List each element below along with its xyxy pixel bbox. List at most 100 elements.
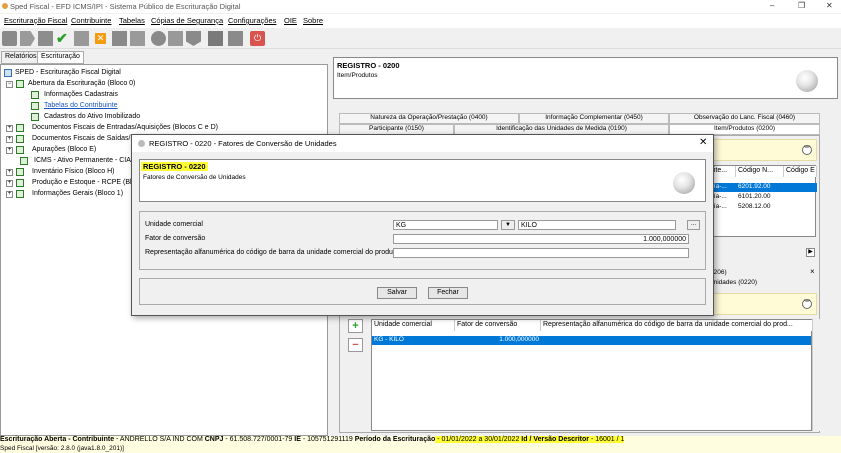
tree-item-entradas[interactable]: Documentos Fiscais de Entradas/Aquisiçõe… [32,124,218,131]
menu-contribuinte[interactable]: Contribuinte [71,16,111,25]
dialog-title: REGISTRO - 0220 - Fatores de Conversão d… [149,139,337,148]
tree-node-icon [16,190,24,198]
minimize-button[interactable]: – [770,1,774,10]
menu-oie[interactable]: OIE [284,16,297,25]
col-header[interactable]: Fator de conversão [455,320,541,331]
menu-configuracoes[interactable]: Configurações [228,16,276,25]
grid-cell[interactable]: 5208.12.00 [736,203,784,212]
close-subsection-button[interactable]: × [810,267,815,276]
report-icon[interactable] [130,31,145,46]
power-icon[interactable]: ⏻ [250,31,265,46]
tree-node-icon [16,135,24,143]
menu-sobre[interactable]: Sobre [303,16,323,25]
col-header[interactable]: Representação alfanumérica do código de … [541,320,813,331]
vertical-scrollbar[interactable] [812,319,820,431]
tree-item-cadastros-ativo[interactable]: Cadastros do Ativo Imobilizado [44,113,140,120]
menu-tabelas[interactable]: Tabelas [119,16,145,25]
maximize-button[interactable]: ❐ [798,1,805,10]
col-header[interactable]: Código E [784,166,817,177]
app-icon [2,3,8,9]
tree-item-ciap[interactable]: ICMS - Ativo Permanente - CIAP [34,157,136,164]
tree-node-icon [16,80,24,88]
add-row-button[interactable]: + [348,319,363,333]
tab-0450[interactable]: Informação Complementar (0450) [519,113,669,124]
tree-item-apuracoes[interactable]: Apurações (Bloco E) [32,146,96,153]
expand-icon[interactable]: + [6,136,13,143]
tree-item-producao[interactable]: Produção e Estoque - RCPE (Bloc [32,179,139,186]
collapse-icon[interactable]: − [6,81,13,88]
close-button[interactable]: Fechar [428,287,468,299]
status-period-label: Período da Escrituração [354,436,436,443]
factor-field[interactable]: 1.000,000000 [393,234,689,244]
transmit-icon[interactable] [151,31,166,46]
expand-icon[interactable]: + [6,169,13,176]
factor-label: Fator de conversão [145,235,206,242]
expand-icon[interactable]: + [6,147,13,154]
tree-item-informacoes[interactable]: Informações Cadastrais [44,91,118,98]
save-button[interactable]: Salvar [377,287,417,299]
left-tabs: Relatórios Escrituração [0,51,330,64]
close-window-button[interactable]: ✕ [826,1,833,10]
menu-copias[interactable]: Cópias de Segurança [151,16,223,25]
mail-icon[interactable] [168,31,183,46]
tree-item-inventario[interactable]: Inventário Físico (Bloco H) [32,168,114,175]
tree-node-icon [16,146,24,154]
tree-item-gerais[interactable]: Informações Gerais (Bloco 1) [32,190,123,197]
open-folder-icon[interactable] [38,31,53,46]
shield-icon[interactable] [186,31,201,46]
status-company: - ANDRELLO S/A IND COM [114,436,205,443]
import-icon[interactable] [20,31,35,46]
dialog-buttons: Salvar Fechar [139,278,706,305]
unit-name-field[interactable]: KILO [518,220,676,230]
grid-cell[interactable]: 1.000,000000 [455,336,541,345]
dialog-title-bar: REGISTRO - 0220 - Fatores de Conversão d… [132,135,713,152]
grid-cell[interactable]: 6101.20.00 [736,193,784,202]
save-disk-icon[interactable] [208,31,223,46]
col-header[interactable]: Unidade comercial [372,320,455,331]
unit-code-field[interactable]: KG [393,220,498,230]
collapse-chevron-icon[interactable]: ︾ [802,299,812,309]
status-bar: Escrituração Aberta - Contribuinte - AND… [0,436,841,445]
remove-row-button[interactable]: − [348,338,363,352]
status-ie-label: IE [294,436,301,443]
validate-check-icon[interactable]: ✔ [56,31,71,46]
expand-icon[interactable]: + [6,125,13,132]
new-icon[interactable] [2,31,17,46]
menu-escrituracao[interactable]: Escrituração Fiscal [4,16,67,25]
unit-label: Unidade comercial [145,221,203,228]
tab-0460[interactable]: Observação do Lanc. Fiscal (0460) [669,113,820,124]
tree-node-icon [16,124,24,132]
tree-item-abertura[interactable]: Abertura da Escrituração (Bloco 0) [28,80,135,87]
units-grid: Unidade comercial Fator de conversão Rep… [371,319,813,431]
status-cnpj: - 61.508.727/0001-79 [223,436,295,443]
dialog-close-icon[interactable]: ✕ [699,137,707,148]
print-icon[interactable] [112,31,127,46]
save-as-icon[interactable] [228,31,243,46]
grid-cell[interactable]: 6201.92.00 [736,183,784,192]
tree-item-saidas[interactable]: Documentos Fiscais de Saídas/Pr [32,135,137,142]
unit-dropdown-icon[interactable]: ▼ [501,220,515,230]
expand-icon[interactable]: + [6,191,13,198]
tree-node-icon [20,157,28,165]
barcode-label: Representação alfanumérica do código de … [145,249,399,256]
tab-0400[interactable]: Natureza da Operação/Prestação (0400) [339,113,519,124]
sign-icon[interactable] [74,31,89,46]
unit-lookup-button[interactable]: ... [687,220,700,230]
window-title: Sped Fiscal - EFD ICMS/IPI - Sistema Púb… [10,2,241,11]
scroll-right-icon[interactable]: ▶ [806,248,815,257]
tab-escrituracao[interactable]: Escrituração [37,51,84,64]
table-row[interactable]: KG - KILO 1.000,000000 [372,336,811,345]
tree-item-tabelas[interactable]: Tabelas do Contribuinte [44,102,118,109]
cancel-x-icon[interactable]: ✕ [95,33,106,44]
barcode-field[interactable] [393,248,689,258]
dialog-form: Unidade comercial KG ▼ KILO ... Fator de… [139,211,706,270]
collapse-chevron-icon[interactable]: ︾ [802,145,812,155]
tree-root[interactable]: SPED - Escrituração Fiscal Digital [15,69,121,76]
tab-relatorios[interactable]: Relatórios [1,51,41,64]
status-id: - 16001 / 1 [589,436,625,443]
grid-cell[interactable]: KG - KILO [372,336,455,345]
col-header[interactable]: Código N... [736,166,784,177]
register-tabs: Natureza da Operação/Prestação (0400) In… [339,113,820,135]
grid-cell[interactable] [784,183,817,192]
expand-icon[interactable]: + [6,180,13,187]
